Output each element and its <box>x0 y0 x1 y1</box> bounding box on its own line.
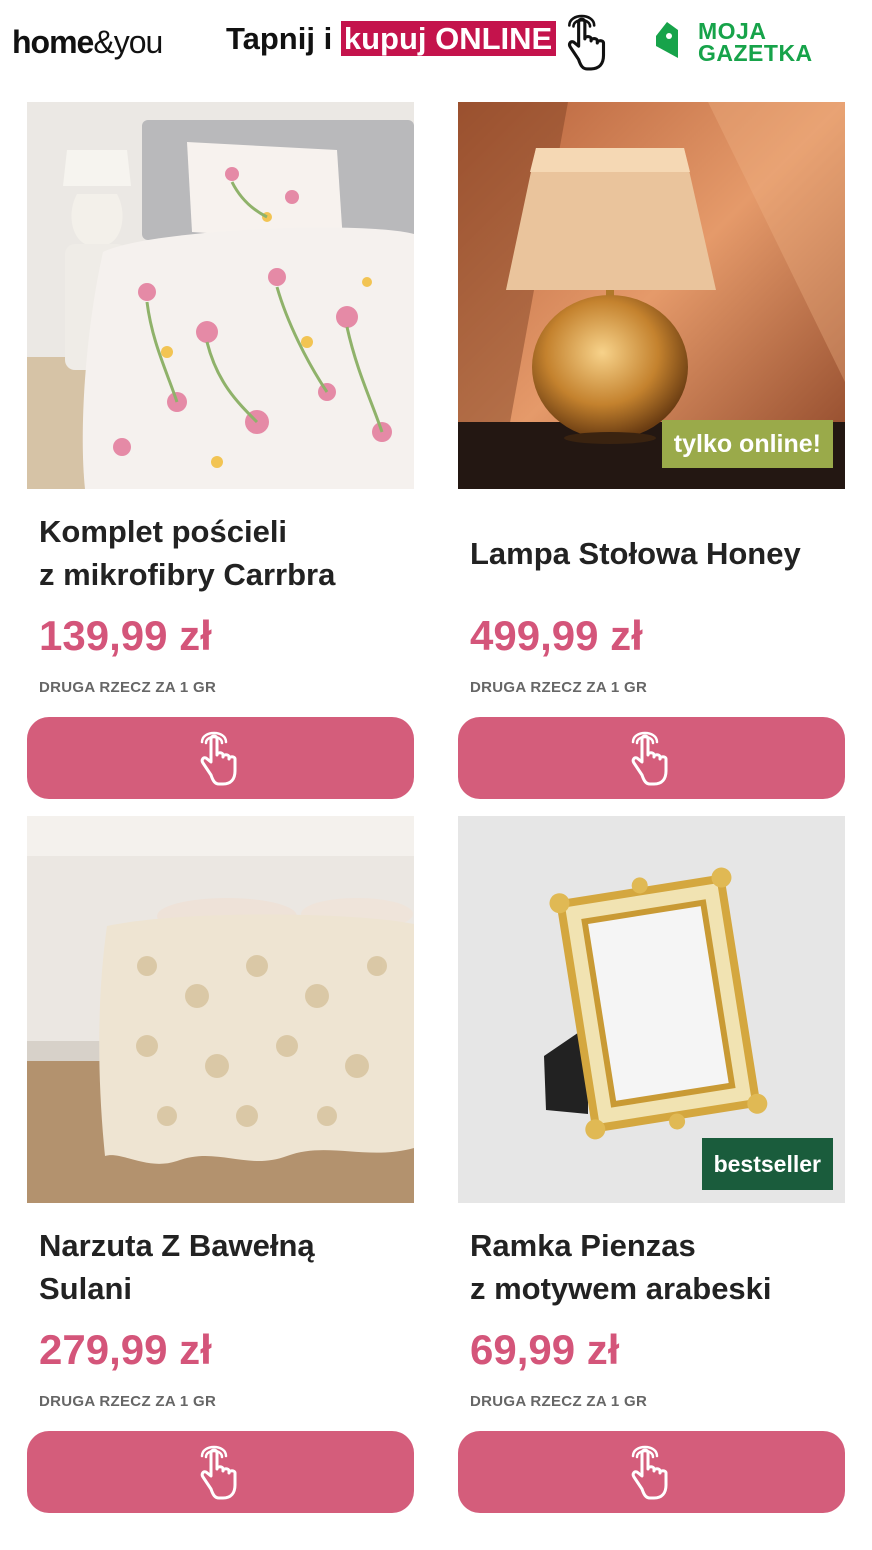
product-title-line1: Lampa Stołowa Honey <box>470 536 801 571</box>
hand-pointer-icon <box>624 1443 680 1503</box>
product-promo: DRUGA RZECZ ZA 1 GR <box>39 679 217 696</box>
product-title-line2: Sulani <box>39 1271 133 1306</box>
buy-button[interactable] <box>458 717 845 799</box>
brand-logo[interactable]: home&you <box>12 24 164 60</box>
product-promo: DRUGA RZECZ ZA 1 GR <box>39 1393 217 1410</box>
product-title-line1: Narzuta Z Bawełną <box>39 1228 315 1263</box>
product-title-line2: z mikrofibry Carrbra <box>39 557 336 592</box>
product-price: 139,99 zł <box>39 612 212 659</box>
hand-pointer-icon <box>193 729 249 789</box>
tap-text: Tapnij i <box>226 21 333 56</box>
hand-pointer-icon <box>193 1443 249 1503</box>
hand-pointer-icon <box>560 10 618 76</box>
product-price: 279,99 zł <box>39 1326 212 1373</box>
product-image[interactable]: tylko online! <box>458 102 845 489</box>
bestseller-badge: bestseller <box>701 1138 833 1190</box>
product-title-line1: Komplet pościeli <box>39 514 288 549</box>
product-promo: DRUGA RZECZ ZA 1 GR <box>470 1393 648 1410</box>
product-card[interactable]: Narzuta Z Bawełną Sulani 279,99 zł DRUGA… <box>27 816 414 1514</box>
tap-highlight: kupuj ONLINE <box>340 21 557 56</box>
partner-line1: MOJA <box>698 18 767 44</box>
product-card[interactable]: Komplet pościeli z mikrofibry Carrbra 13… <box>27 102 414 800</box>
product-price: 499,99 zł <box>470 612 643 659</box>
product-image[interactable] <box>27 816 414 1203</box>
product-title-line2: z motywem arabeski <box>470 1271 772 1306</box>
brand-you: you <box>113 24 164 60</box>
moja-gazetka-logo[interactable]: MOJA GAZETKA <box>698 18 813 66</box>
buy-button[interactable] <box>27 1431 414 1513</box>
brand-home: home <box>12 24 94 60</box>
product-title[interactable]: Ramka Pienzas z motywem arabeski <box>470 1224 840 1310</box>
product-price: 69,99 zł <box>470 1326 620 1373</box>
product-title[interactable]: Komplet pościeli z mikrofibry Carrbra <box>39 510 409 596</box>
product-image[interactable] <box>27 102 414 489</box>
product-title[interactable]: Narzuta Z Bawełną Sulani <box>39 1224 409 1310</box>
moja-gazetka-logo-icon <box>656 22 678 58</box>
brand-amp: & <box>93 24 114 60</box>
product-image[interactable]: bestseller <box>458 816 845 1203</box>
product-title-line1: Ramka Pienzas <box>470 1228 696 1263</box>
buy-button[interactable] <box>27 717 414 799</box>
partner-line2: GAZETKA <box>698 40 813 66</box>
hand-pointer-icon <box>624 729 680 789</box>
tap-to-buy-banner[interactable]: Tapnij i kupuj ONLINE <box>226 20 557 58</box>
online-only-badge: tylko online! <box>661 420 833 468</box>
buy-button[interactable] <box>458 1431 845 1513</box>
product-promo: DRUGA RZECZ ZA 1 GR <box>470 679 648 696</box>
product-title[interactable]: Lampa Stołowa Honey <box>470 532 840 575</box>
product-card[interactable]: tylko online! Lampa Stołowa Honey 499,99… <box>458 102 845 800</box>
header: home&you Tapnij i kupuj ONLINE MOJA GAZE… <box>0 0 872 90</box>
product-card[interactable]: bestseller Ramka Pienzas z motywem arabe… <box>458 816 845 1514</box>
